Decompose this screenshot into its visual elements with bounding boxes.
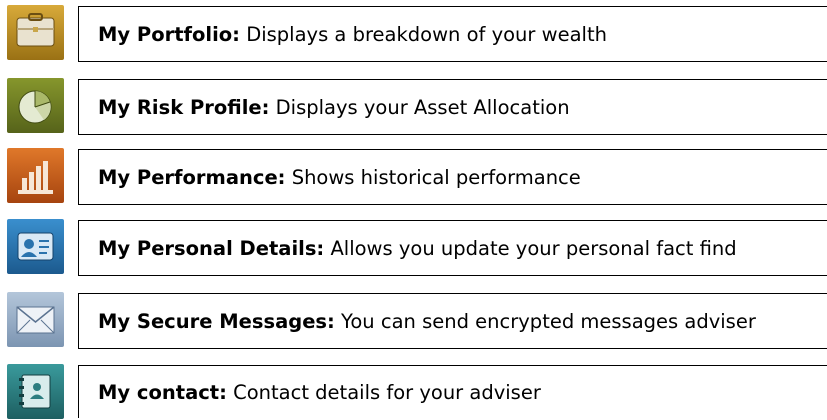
bar-chart-icon[interactable] [7,148,64,203]
menu-item-title: My Risk Profile: [98,95,270,119]
briefcase-icon[interactable] [7,5,64,60]
menu-item-secure-messages[interactable]: My Secure Messages: You can send encrypt… [0,287,827,349]
menu-item-description: Shows historical performance [291,165,581,189]
menu-item-label-box[interactable]: My Performance: Shows historical perform… [78,149,827,205]
menu-item-label-box[interactable]: My Secure Messages: You can send encrypt… [78,293,827,349]
menu-item-label-box[interactable]: My Personal Details: Allows you update y… [78,220,827,276]
menu-item-personal-details[interactable]: My Personal Details: Allows you update y… [0,214,827,276]
menu-item-label-box[interactable]: My Risk Profile: Displays your Asset All… [78,79,827,135]
menu-item-description: Displays a breakdown of your wealth [246,22,607,46]
menu-item-label-box[interactable]: My contact: Contact details for your adv… [78,365,827,418]
menu-item-performance[interactable]: My Performance: Shows historical perform… [0,143,827,205]
dashboard-menu: My Portfolio: Displays a breakdown of yo… [0,0,827,420]
envelope-icon[interactable] [7,292,64,347]
menu-item-contact[interactable]: My contact: Contact details for your adv… [0,359,827,419]
menu-item-label-box[interactable]: My Portfolio: Displays a breakdown of yo… [78,6,827,62]
pie-chart-icon[interactable] [7,78,64,133]
menu-item-title: My Secure Messages: [98,309,335,333]
menu-item-title: My Performance: [98,165,286,189]
menu-item-title: My contact: [98,380,227,404]
menu-item-portfolio[interactable]: My Portfolio: Displays a breakdown of yo… [0,0,827,62]
menu-item-title: My Personal Details: [98,236,325,260]
menu-item-description: You can send encrypted messages adviser [341,309,756,333]
address-book-icon[interactable] [7,364,64,419]
menu-item-risk-profile[interactable]: My Risk Profile: Displays your Asset All… [0,73,827,135]
menu-item-description: Contact details for your adviser [233,380,541,404]
menu-item-title: My Portfolio: [98,22,240,46]
menu-item-description: Displays your Asset Allocation [275,95,570,119]
contact-card-icon[interactable] [7,219,64,274]
menu-item-description: Allows you update your personal fact fin… [330,236,737,260]
